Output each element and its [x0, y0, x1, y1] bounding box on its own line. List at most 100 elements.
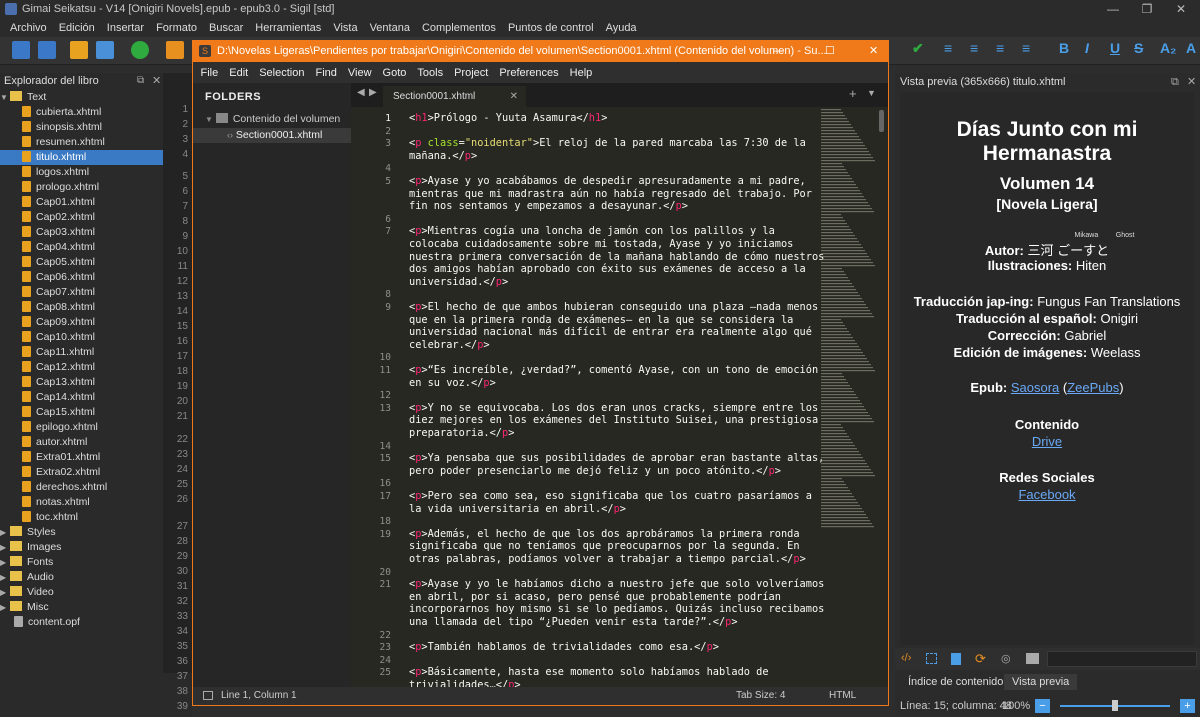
tree-file[interactable]: Cap15.xhtml — [0, 405, 163, 420]
sidebar-folder[interactable]: ▼ Contenido del volumen — [205, 113, 340, 125]
tree-file[interactable]: Cap04.xhtml — [0, 240, 163, 255]
tree-file[interactable]: Cap01.xhtml — [0, 195, 163, 210]
code-line[interactable]: <h1>Prólogo - Yuuta Asamura</h1> — [409, 112, 829, 125]
align-center-icon[interactable]: ≡ — [970, 40, 978, 56]
preview-content[interactable]: Días Junto con mi Hermanastra Volumen 14… — [900, 92, 1194, 645]
tree-file[interactable]: Cap08.xhtml — [0, 300, 163, 315]
zoom-out-button[interactable]: − — [1035, 699, 1050, 713]
tree-folder[interactable]: ▶ Images — [0, 540, 163, 555]
code-line[interactable]: <p>El hecho de que ambos hubieran conseg… — [409, 301, 829, 351]
sublime-menu-item[interactable]: Edit — [224, 67, 254, 79]
tree-file[interactable]: prologo.xhtml — [0, 180, 163, 195]
syntax-mode[interactable]: HTML — [829, 687, 856, 705]
tree-file[interactable]: resumen.xhtml — [0, 135, 163, 150]
tab-toc[interactable]: Índice de contenido — [900, 674, 1011, 690]
menu-item[interactable]: Insertar — [101, 19, 150, 37]
sublime-close-button[interactable]: ✕ — [869, 41, 878, 62]
sublime-menu-item[interactable]: Project — [449, 67, 494, 79]
float-preview-icon[interactable]: ⧉ — [1171, 73, 1179, 91]
underline-icon[interactable]: U — [1110, 40, 1120, 56]
tree-file[interactable]: Extra02.xhtml — [0, 465, 163, 480]
editor-scrollbar[interactable] — [879, 110, 884, 132]
tab-size[interactable]: Tab Size: 4 — [736, 687, 785, 705]
tree-file[interactable]: cubierta.xhtml — [0, 105, 163, 120]
tree-file[interactable]: notas.xhtml — [0, 495, 163, 510]
menu-item[interactable]: Ayuda — [600, 19, 643, 37]
open-folder-icon[interactable] — [70, 41, 88, 59]
tree-file[interactable]: Cap12.xhtml — [0, 360, 163, 375]
spellcheck-icon[interactable]: ✔ — [912, 40, 924, 57]
restore-button[interactable]: ❐ — [1130, 0, 1164, 19]
preview-search-field[interactable] — [1047, 651, 1197, 667]
menu-item[interactable]: Puntos de control — [502, 19, 600, 37]
tab-menu-icon[interactable]: ▼ — [867, 88, 876, 98]
tree-file[interactable]: logos.xhtml — [0, 165, 163, 180]
float-icon[interactable]: ⧉ — [137, 75, 144, 86]
sublime-text-window[interactable]: S D:\Novelas Ligeras\Pendientes por trab… — [192, 40, 889, 706]
tree-file[interactable]: autor.xhtml — [0, 435, 163, 450]
menu-item[interactable]: Formato — [150, 19, 203, 37]
reload-icon[interactable]: ⟳ — [975, 651, 986, 667]
close-panel-icon[interactable]: ✕ — [152, 74, 161, 87]
tree-folder[interactable]: ▶ Styles — [0, 525, 163, 540]
superscript-icon[interactable]: A — [1186, 40, 1196, 56]
tree-file[interactable]: Cap03.xhtml — [0, 225, 163, 240]
sublime-menu-item[interactable]: Tools — [412, 67, 449, 79]
menu-item[interactable]: Ventana — [364, 19, 416, 37]
drive-link[interactable]: Drive — [1032, 434, 1062, 449]
zeepubs-link[interactable]: ZeePubs — [1067, 380, 1119, 395]
menu-item[interactable]: Buscar — [203, 19, 249, 37]
code-line[interactable]: <p>Ya pensaba que sus posibilidades de a… — [409, 452, 829, 477]
heading-2-icon[interactable] — [12, 41, 30, 59]
tree-folder-text[interactable]: ▼ Text — [0, 90, 163, 105]
code-editor[interactable]: 1 <h1>Prólogo - Yuuta Asamura</h1> 2 3 <p cl… — [351, 107, 888, 687]
code-inspect-icon[interactable]: ‹/› — [901, 652, 911, 664]
tab-section0001[interactable]: Section0001.xhtml ✕ — [383, 86, 526, 107]
menu-item[interactable]: Vista — [327, 19, 363, 37]
code-line[interactable]: <p>Pero sea como sea, eso significaba qu… — [409, 490, 829, 515]
tree-file[interactable]: derechos.xhtml — [0, 480, 163, 495]
sublime-menu-item[interactable]: File — [195, 67, 224, 79]
tree-file[interactable]: Cap10.xhtml — [0, 330, 163, 345]
tab-nav-left-icon[interactable]: ◀ — [357, 87, 365, 98]
facebook-link[interactable]: Facebook — [1018, 487, 1075, 502]
zoom-slider-handle[interactable] — [1112, 700, 1118, 711]
sidebar-file[interactable]: ‹› Section0001.xhtml — [193, 128, 351, 143]
saosora-link[interactable]: Saosora — [1011, 380, 1059, 395]
tree-file[interactable]: Cap13.xhtml — [0, 375, 163, 390]
code-minimap[interactable] — [819, 107, 879, 687]
menu-item[interactable]: Edición — [53, 19, 101, 37]
code-line[interactable]: <p>Y no se equivocaba. Los dos eran unos… — [409, 402, 829, 440]
sidebar-toggle-icon[interactable] — [203, 691, 213, 700]
sublime-maximize-button[interactable]: ☐ — [825, 41, 835, 62]
tree-folder[interactable]: ▶ Misc — [0, 600, 163, 615]
code-line[interactable]: <p>Ayase y yo le habíamos dicho a nuestr… — [409, 578, 829, 628]
align-left-icon[interactable]: ≡ — [944, 40, 952, 56]
sublime-menu-item[interactable]: View — [342, 67, 377, 79]
view-mode-icon[interactable]: ◎ — [1001, 652, 1011, 665]
tree-file[interactable]: Extra01.xhtml — [0, 450, 163, 465]
sublime-menu-item[interactable]: Help — [564, 67, 598, 79]
code-line[interactable]: <p>“Es increíble, ¿verdad?”, comentó Aya… — [409, 364, 829, 389]
tree-file[interactable]: Cap11.xhtml — [0, 345, 163, 360]
close-preview-icon[interactable]: ✕ — [1187, 73, 1196, 91]
sublime-menu-item[interactable]: Goto — [377, 67, 412, 79]
tab-nav-right-icon[interactable]: ▶ — [369, 87, 377, 98]
tab-preview[interactable]: Vista previa — [1004, 674, 1078, 690]
new-tab-icon[interactable]: + — [849, 86, 857, 101]
tree-folder[interactable]: ▶ Video — [0, 585, 163, 600]
save-icon[interactable] — [96, 41, 114, 59]
align-right-icon[interactable]: ≡ — [996, 40, 1004, 56]
tree-folder[interactable]: ▶ Fonts — [0, 555, 163, 570]
add-file-icon[interactable] — [131, 41, 149, 59]
sublime-menu-item[interactable]: Preferences — [494, 67, 564, 79]
justify-icon[interactable]: ≡ — [1022, 40, 1030, 56]
copy-icon[interactable] — [951, 653, 961, 665]
sublime-menu-item[interactable]: Find — [310, 67, 342, 79]
tree-file[interactable]: sinopsis.xhtml — [0, 120, 163, 135]
tree-file[interactable]: titulo.xhtml — [0, 150, 163, 165]
strikethrough-icon[interactable]: S — [1134, 40, 1143, 56]
code-line[interactable]: <p>Mientras cogía una loncha de jamón co… — [409, 225, 829, 288]
tree-file[interactable]: Cap09.xhtml — [0, 315, 163, 330]
tree-opf-file[interactable]: content.opf — [0, 615, 163, 630]
